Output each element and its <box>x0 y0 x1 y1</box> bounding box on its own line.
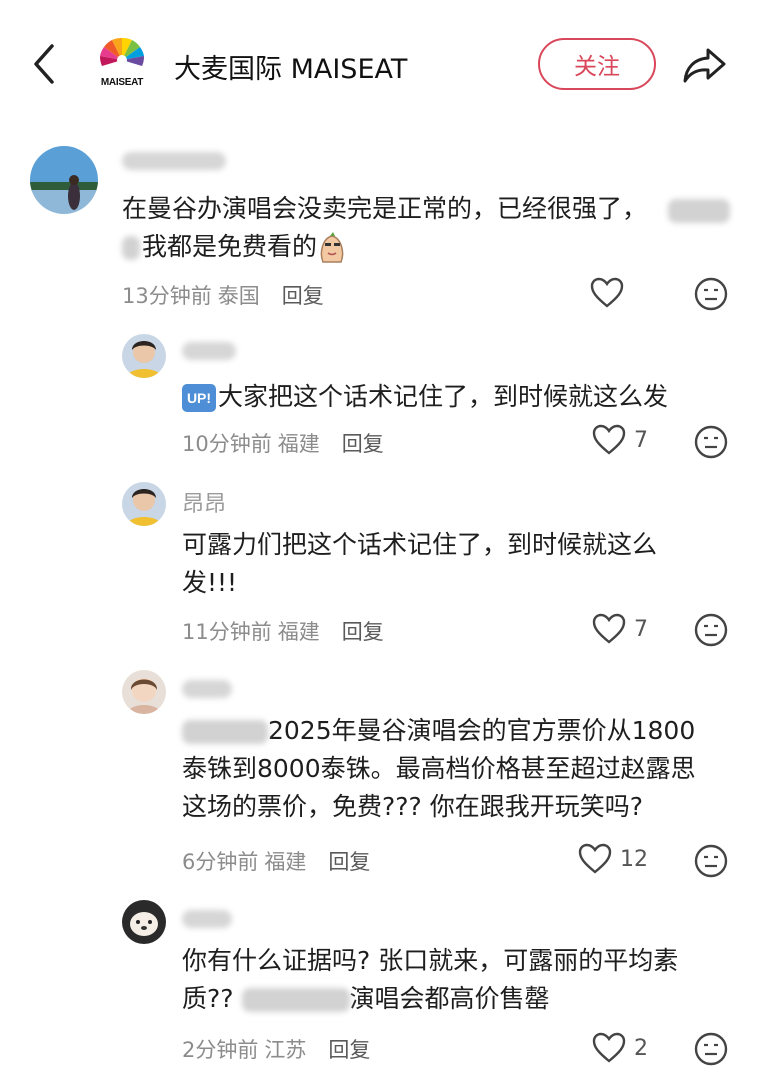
timestamp: 6分钟前 <box>182 850 259 874</box>
like-count: 2 <box>634 1035 648 1061</box>
like-button[interactable]: 7 <box>592 613 648 645</box>
redacted-text <box>182 720 268 744</box>
like-button[interactable]: 7 <box>592 424 648 456</box>
heart-icon <box>590 277 624 308</box>
avatar[interactable] <box>122 334 166 378</box>
redacted-text <box>241 988 350 1012</box>
reply-button[interactable]: 回复 <box>342 616 384 646</box>
account-name[interactable]: 大麦国际 MAISEAT <box>174 47 407 86</box>
heart-icon <box>578 843 612 874</box>
comment-meta: 13分钟前 泰国 回复 <box>122 280 324 310</box>
like-button[interactable]: 12 <box>578 843 648 875</box>
brand-logo[interactable]: MAISEAT <box>96 36 148 94</box>
comment-meta: 2分钟前 江苏 回复 <box>182 1034 370 1064</box>
share-icon[interactable] <box>682 44 728 86</box>
comment-meta: 11分钟前 福建 回复 <box>182 616 384 646</box>
username-redacted <box>182 342 236 360</box>
comment-meta: 10分钟前 福建 回复 <box>182 428 384 458</box>
username-redacted <box>182 910 232 928</box>
location: 福建 <box>264 850 307 874</box>
avatar[interactable] <box>122 670 166 714</box>
avatar[interactable] <box>30 146 98 214</box>
avatar[interactable] <box>122 900 166 944</box>
username[interactable]: 昂昂 <box>182 486 226 518</box>
dislike-face-icon[interactable] <box>694 1032 728 1066</box>
sticker-icon <box>320 232 344 263</box>
heart-icon <box>592 1032 626 1063</box>
reply-button[interactable]: 回复 <box>328 1034 370 1064</box>
comment-text: 你有什么证据吗? 张口就来，可露丽的平均素 质?? 演唱会都高价售罄 <box>182 946 679 1013</box>
location: 泰国 <box>217 284 260 308</box>
location: 福建 <box>277 620 320 644</box>
like-count: 12 <box>620 846 648 872</box>
reply-item: 你有什么证据吗? 张口就来，可露丽的平均素 质?? 演唱会都高价售罄 2分钟前 … <box>0 890 758 1076</box>
comment-text: 可露力们把这个话术记住了，到时候就这么 发!!! <box>182 530 658 597</box>
top-bar: MAISEAT 大麦国际 MAISEAT 关注 <box>0 0 758 130</box>
follow-button[interactable]: 关注 <box>538 38 656 90</box>
timestamp: 11分钟前 <box>182 620 272 644</box>
reply-button[interactable]: 回复 <box>328 846 370 876</box>
dislike-face-icon[interactable] <box>694 277 728 311</box>
location: 福建 <box>277 432 320 456</box>
redacted-text <box>668 199 730 223</box>
reply-button[interactable]: 回复 <box>282 280 324 310</box>
dislike-face-icon[interactable] <box>694 425 728 459</box>
heart-icon <box>592 424 626 455</box>
username-redacted <box>182 680 232 698</box>
logo-text: MAISEAT <box>100 77 144 88</box>
dislike-face-icon[interactable] <box>694 613 728 647</box>
comment-text: 在曼谷办演唱会没卖完是正常的，已经很强了， 我都是免费看的 <box>122 190 742 266</box>
back-icon[interactable] <box>30 42 60 86</box>
comment-text: UP! 大家把这个话术记住了，到时候就这么发 <box>182 378 742 416</box>
timestamp: 10分钟前 <box>182 432 272 456</box>
redacted-text <box>122 236 140 260</box>
like-count: 7 <box>634 427 648 453</box>
timestamp: 2分钟前 <box>182 1038 259 1062</box>
up-badge-icon: UP! <box>182 384 216 412</box>
reply-button[interactable]: 回复 <box>342 428 384 458</box>
comment-meta: 6分钟前 福建 回复 <box>182 846 370 876</box>
dislike-face-icon[interactable] <box>694 844 728 878</box>
like-button[interactable]: 2 <box>592 1032 648 1064</box>
reply-item: 2025年曼谷演唱会的官方票价从1800 泰铢到8000泰铢。最高档价格甚至超过… <box>0 660 758 890</box>
like-button[interactable] <box>590 277 624 309</box>
comment-text: 2025年曼谷演唱会的官方票价从1800 泰铢到8000泰铢。最高档价格甚至超过… <box>182 716 696 821</box>
like-count: 7 <box>634 616 648 642</box>
reply-item: UP! 大家把这个话术记住了，到时候就这么发 10分钟前 福建 回复 7 <box>0 320 758 470</box>
heart-icon <box>592 613 626 644</box>
avatar[interactable] <box>122 482 166 526</box>
location: 江苏 <box>264 1038 307 1062</box>
comment-item: 在曼谷办演唱会没卖完是正常的，已经很强了， 我都是免费看的 13分钟前 泰国 回… <box>0 130 758 320</box>
username-redacted <box>122 152 226 170</box>
reply-item: 昂昂 可露力们把这个话术记住了，到时候就这么 发!!! 11分钟前 福建 回复 … <box>0 470 758 660</box>
timestamp: 13分钟前 <box>122 284 212 308</box>
